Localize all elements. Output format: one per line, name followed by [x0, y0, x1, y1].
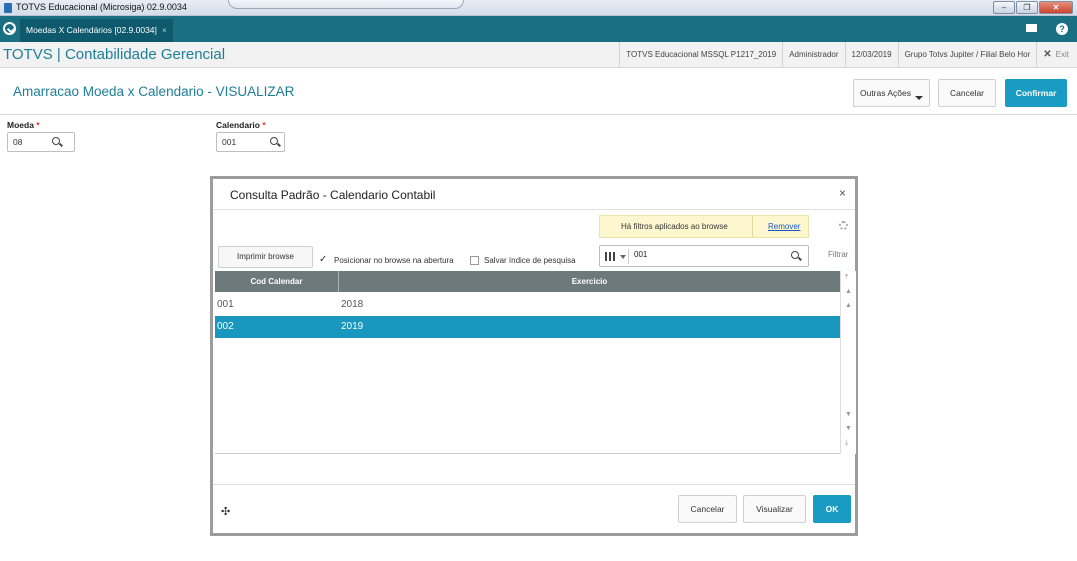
search-icon[interactable] — [52, 137, 60, 145]
dialog-close-icon[interactable]: × — [839, 186, 846, 200]
table-row-selected[interactable]: 002 2019 — [215, 316, 840, 338]
mail-icon[interactable] — [1026, 24, 1037, 32]
dialog-title: Consulta Padrão - Calendario Contabil — [230, 188, 436, 202]
divider — [752, 216, 753, 237]
home-icon[interactable] — [3, 22, 16, 35]
restore-button[interactable]: ❐ — [1016, 1, 1038, 14]
tab-label: Moedas X Calendários [02.9.0034] — [26, 25, 157, 35]
divider — [213, 484, 855, 485]
save-index-checkbox[interactable] — [470, 256, 479, 265]
view-button[interactable]: Visualizar — [743, 495, 806, 523]
columns-icon[interactable] — [605, 252, 615, 261]
calendario-label-text: Calendario — [216, 120, 260, 130]
tab-bar: Moedas X Calendários [02.9.0034] × ? — [0, 16, 1077, 42]
date-label: 12/03/2019 — [844, 42, 898, 68]
moeda-value: 08 — [13, 137, 23, 147]
window-title: TOTVS Educacional (Microsiga) 02.9.0034 — [16, 2, 187, 12]
position-checkbox[interactable]: ✓ — [319, 255, 328, 265]
titlebar-tab-strip — [228, 0, 464, 9]
page-title: Amarracao Moeda x Calendario - VISUALIZA… — [13, 84, 295, 99]
confirm-button[interactable]: Confirmar — [1005, 79, 1067, 107]
page-header: Amarracao Moeda x Calendario - VISUALIZA… — [0, 68, 1077, 115]
vertical-scrollbar[interactable]: ⤒ ▲ ▲ ▼ ▼ ⤓ — [840, 271, 856, 454]
ok-button[interactable]: OK — [813, 495, 851, 523]
environment-label: TOTVS Educacional MSSQL P1217_2019 — [619, 42, 782, 68]
divider — [628, 249, 629, 264]
scroll-up-icon[interactable]: ▲ — [845, 302, 852, 309]
help-icon[interactable]: ? — [1056, 23, 1068, 35]
save-index-checkbox-label: Salvar índice de pesquisa — [484, 256, 576, 265]
app-header: TOTVS | Contabilidade Gerencial TOTVS Ed… — [0, 42, 1077, 68]
window-titlebar: TOTVS Educacional (Microsiga) 02.9.0034 … — [0, 0, 1077, 16]
scroll-down-icon[interactable]: ▼ — [845, 411, 852, 418]
search-input[interactable]: 001 — [599, 245, 809, 267]
chevron-down-icon — [915, 96, 924, 100]
dialog-cancel-button[interactable]: Cancelar — [678, 495, 737, 523]
gear-icon[interactable] — [839, 221, 848, 230]
cell-year: 2018 — [341, 299, 364, 310]
exit-label: Exit — [1055, 50, 1069, 59]
position-checkbox-label: Posicionar no browse na abertura — [334, 256, 454, 265]
search-icon[interactable] — [791, 251, 799, 259]
lookup-dialog: Consulta Padrão - Calendario Contabil × … — [210, 176, 858, 536]
search-icon[interactable] — [270, 137, 278, 145]
tab-close-icon[interactable]: × — [162, 25, 167, 35]
other-actions-button[interactable]: Outras Ações — [853, 79, 930, 107]
chevron-down-icon[interactable] — [620, 255, 626, 259]
print-browse-button[interactable]: Imprimir browse — [218, 246, 313, 268]
user-label: Administrador — [782, 42, 844, 68]
cell-code: 002 — [217, 321, 234, 332]
divider — [213, 209, 855, 210]
exit-icon: ✕ — [1043, 49, 1052, 60]
tab-moedas-calendarios[interactable]: Moedas X Calendários [02.9.0034] × — [20, 19, 173, 42]
results-grid: Cod Calendar Exercicio 001 2018 002 2019… — [215, 271, 856, 454]
window-controls: – ❐ ✕ — [993, 1, 1073, 14]
calendario-field[interactable]: 001 — [216, 132, 285, 152]
moeda-field[interactable]: 08 — [7, 132, 75, 152]
cancel-button[interactable]: Cancelar — [938, 79, 996, 107]
scroll-bottom-icon[interactable]: ⤓ — [845, 439, 848, 447]
search-value: 001 — [634, 250, 648, 259]
app-brand: TOTVS | Contabilidade Gerencial — [3, 46, 226, 63]
table-row[interactable]: 001 2018 — [215, 294, 840, 316]
scroll-page-down-icon[interactable]: ▼ — [845, 425, 852, 432]
move-icon[interactable]: ✣ — [221, 505, 230, 518]
calendario-label: Calendario * — [216, 120, 266, 130]
scroll-top-icon[interactable]: ⤒ — [845, 274, 848, 282]
company-label: Grupo Totvs Jupiter / Filial Belo Hor — [897, 42, 1037, 68]
grid-header: Cod Calendar Exercicio — [215, 271, 840, 292]
minimize-button[interactable]: – — [993, 1, 1015, 14]
app-icon — [4, 3, 12, 13]
remove-filter-link[interactable]: Remover — [768, 222, 800, 231]
close-window-button[interactable]: ✕ — [1039, 1, 1073, 14]
column-header-cod-calendar[interactable]: Cod Calendar — [215, 271, 339, 292]
required-mark: * — [262, 120, 266, 130]
moeda-label: Moeda * — [7, 120, 40, 130]
filter-link[interactable]: Filtrar — [828, 250, 848, 259]
cell-year: 2019 — [341, 321, 364, 332]
moeda-label-text: Moeda — [7, 120, 34, 130]
calendario-value: 001 — [222, 137, 237, 147]
other-actions-label: Outras Ações — [859, 88, 912, 98]
exit-button[interactable]: ✕ Exit — [1036, 42, 1077, 68]
filter-notice: Há filtros aplicados ao browse Remover — [599, 215, 809, 238]
column-header-exercicio[interactable]: Exercicio — [339, 271, 840, 292]
required-mark: * — [36, 120, 40, 130]
session-info: TOTVS Educacional MSSQL P1217_2019 Admin… — [619, 42, 1077, 68]
scroll-page-up-icon[interactable]: ▲ — [845, 288, 852, 295]
filter-notice-text: Há filtros aplicados ao browse — [621, 222, 728, 231]
cell-code: 001 — [217, 299, 234, 310]
